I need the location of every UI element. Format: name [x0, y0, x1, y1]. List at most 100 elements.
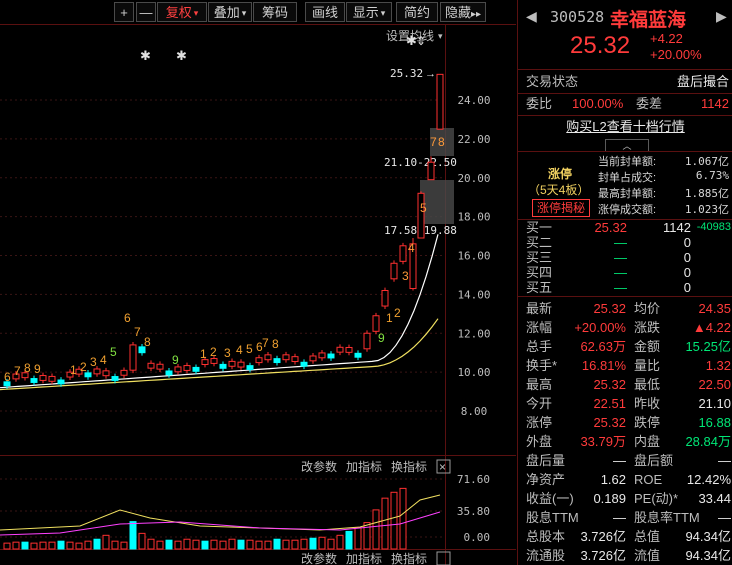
- limit-up-stat-value: 6.73%: [695, 169, 729, 182]
- simple-mode-button[interactable]: 简约: [396, 2, 438, 22]
- edit-params-link[interactable]: 改参数: [301, 459, 337, 474]
- ma-line-short: [0, 234, 439, 389]
- price-axis-label: 8.00: [461, 405, 488, 418]
- display-dropdown[interactable]: 显示 ▾: [346, 2, 392, 22]
- volume-axis-label: 0.00: [464, 531, 491, 544]
- stat-label: 换手*: [526, 358, 558, 373]
- volume-bar: [201, 540, 209, 550]
- next-stock-icon[interactable]: ▶: [716, 8, 727, 25]
- order-book-row: 买二 — 0: [518, 235, 732, 250]
- switch-indicator-link[interactable]: 换指标: [391, 459, 427, 474]
- volume-bar: [21, 541, 29, 550]
- stat-label: PE(动)*: [634, 491, 679, 506]
- volume-bar: [138, 532, 146, 550]
- draw-line-button[interactable]: 画线: [305, 2, 345, 22]
- volume-bar: [48, 541, 56, 550]
- kline-chart[interactable]: 24.0022.0020.0018.0016.0014.0012.0010.00…: [0, 24, 516, 565]
- chart-toolbar: + — 复权 ▾ 叠加 ▾ 筹码 画线 显示 ▾ 简约 隐藏▸▸: [0, 0, 516, 24]
- volume-bar: [120, 541, 128, 550]
- limit-up-stat-label: 涨停成交额:: [598, 204, 657, 216]
- ma-settings-caret-icon: ▾: [438, 31, 443, 41]
- nine-turn-number: 9: [172, 353, 179, 367]
- volume-bar: [300, 538, 308, 550]
- order-book-change: -40983: [696, 221, 731, 233]
- volume-bar: [111, 540, 119, 550]
- nine-turn-number: 2: [210, 345, 217, 359]
- volume-bar: [228, 538, 236, 550]
- stat-label: 涨跌: [634, 320, 661, 335]
- order-book-row: 买三 — 0: [518, 250, 732, 265]
- stat-value: +20.00%: [574, 320, 626, 335]
- limit-up-title: 涨停: [548, 167, 573, 181]
- chips-button[interactable]: 筹码: [253, 2, 297, 22]
- order-book-price: —: [614, 280, 627, 295]
- order-book-row: 买五 — 0: [518, 280, 732, 295]
- volume-bar: [354, 526, 362, 550]
- close-subpanel-button[interactable]: [436, 551, 451, 565]
- candle: [390, 262, 398, 280]
- quote-stat-row: 今开 22.51 昨收 21.10: [518, 394, 732, 413]
- stat-value: 24.35: [698, 301, 731, 316]
- order-book-row: 买四 — 0: [518, 265, 732, 280]
- order-book-level: 买三: [526, 250, 553, 265]
- stat-value: 16.88: [698, 415, 731, 430]
- limit-up-reveal-button[interactable]: 涨停揭秘: [532, 199, 590, 217]
- add-indicator-link[interactable]: 加指标: [346, 551, 382, 565]
- candle: [372, 315, 380, 332]
- zoom-in-button[interactable]: +: [114, 2, 134, 22]
- double-arrow-icon: ⇕: [416, 34, 426, 48]
- quote-stat-row: 盘后量 — 盘后额 —: [518, 451, 732, 470]
- buy-l2-link[interactable]: 购买L2查看十档行情: [566, 119, 684, 134]
- volume-bar: [165, 539, 173, 550]
- quote-stat-row: 收益(一) 0.189 PE(动)* 33.44: [518, 489, 732, 508]
- gap-range-label: 21.10-22.50: [384, 156, 457, 169]
- volume-bar: [219, 540, 227, 550]
- stat-label: 量比: [634, 358, 661, 373]
- candle: [93, 368, 101, 375]
- l2-link-row: 购买L2查看十档行情: [518, 117, 732, 137]
- order-book-level: 买五: [526, 280, 553, 295]
- candle: [48, 375, 56, 382]
- order-book-volume: 0: [683, 280, 691, 295]
- edit-params-link[interactable]: 改参数: [301, 551, 337, 565]
- switch-indicator-link[interactable]: 换指标: [391, 551, 427, 565]
- nine-turn-number: 8: [272, 337, 279, 351]
- volume-axis: 71.60 35.80 0.00: [457, 473, 490, 544]
- order-book-volume: 0: [683, 265, 691, 280]
- overlay-dropdown[interactable]: 叠加 ▾: [208, 2, 252, 22]
- nine-turn-markers: 6 7 8 9 1 2 3 456789 1 2 3 4 5 6 7 8 91 23457 8: [4, 135, 445, 384]
- stat-label: 内盘: [634, 434, 661, 449]
- stat-label: 均价: [634, 301, 661, 316]
- price-axis-label: 18.00: [457, 211, 490, 224]
- nine-turn-number: 8: [438, 135, 445, 149]
- candle: [327, 353, 335, 359]
- quote-stat-row: 股息TTM — 股息率TTM —: [518, 508, 732, 527]
- volume-bar: [291, 539, 299, 550]
- stat-value: —: [718, 510, 731, 525]
- stat-label: 收益(一): [526, 491, 574, 506]
- candle: [237, 361, 245, 368]
- chevron-up-icon: ︿: [622, 141, 632, 151]
- stat-label: ROE: [634, 472, 663, 487]
- stat-value: 33.79万: [580, 434, 626, 449]
- volume-bar: [363, 522, 371, 550]
- stat-value: 62.63万: [580, 339, 626, 354]
- zoom-out-button[interactable]: —: [136, 2, 156, 22]
- adjust-price-dropdown[interactable]: 复权 ▾: [157, 2, 207, 22]
- candle: [30, 378, 38, 383]
- nine-turn-number: 7: [430, 135, 437, 149]
- order-book-level: 买一: [526, 220, 553, 235]
- arrow-icon: →: [425, 68, 436, 80]
- stat-value: 0.189: [593, 491, 626, 506]
- volume-bar: [156, 540, 164, 550]
- order-book-price: —: [614, 265, 627, 280]
- volume-bar: [192, 539, 200, 550]
- price-change-pct: +20.00%: [650, 47, 702, 62]
- volume-bar: [93, 538, 101, 550]
- candle: [309, 355, 317, 362]
- quote-stat-row: 总股本 3.726亿 总值 94.34亿: [518, 527, 732, 546]
- prev-stock-icon[interactable]: ◀: [526, 8, 537, 25]
- hide-button[interactable]: 隐藏▸▸: [440, 2, 486, 22]
- volume-bars: [3, 487, 407, 550]
- add-indicator-link[interactable]: 加指标: [346, 459, 382, 474]
